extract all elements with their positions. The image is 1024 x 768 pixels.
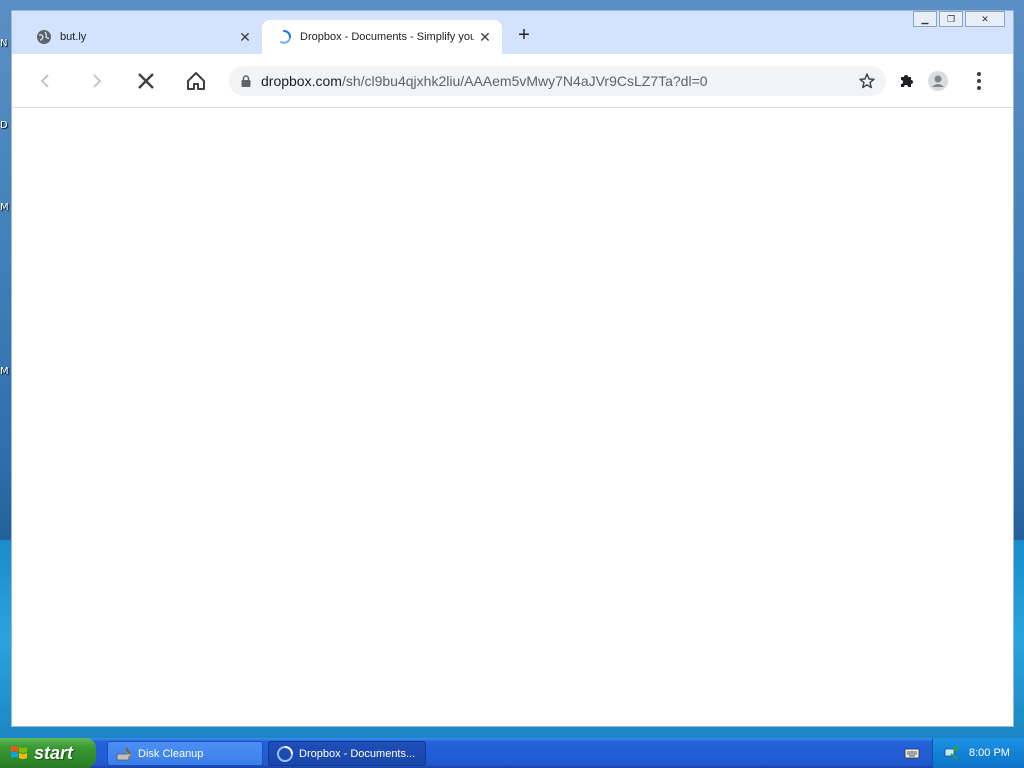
menu-button[interactable] xyxy=(965,67,993,95)
tab-dropbox[interactable]: Dropbox - Documents - Simplify your ✕ xyxy=(262,20,502,54)
profile-button[interactable] xyxy=(924,67,952,95)
browser-icon xyxy=(277,745,293,762)
home-icon xyxy=(187,72,205,90)
home-button[interactable] xyxy=(182,67,210,95)
browser-toolbar: dropbox.com/sh/cl9bu4qjxhk2liu/AAAem5vMw… xyxy=(12,54,1013,108)
url-text[interactable]: dropbox.com/sh/cl9bu4qjxhk2liu/AAAem5vMw… xyxy=(261,73,858,89)
taskbar-item-dropbox[interactable]: Dropbox - Documents... xyxy=(268,741,426,766)
new-tab-button[interactable]: + xyxy=(512,24,536,48)
close-tab-icon[interactable]: ✕ xyxy=(474,29,496,46)
url-domain: dropbox.com xyxy=(261,73,342,89)
url-path: /sh/cl9bu4qjxhk2liu/AAAem5vMwy7N4aJVr9Cs… xyxy=(341,73,708,89)
system-tray: 8:00 PM xyxy=(932,738,1024,768)
address-bar[interactable]: dropbox.com/sh/cl9bu4qjxhk2liu/AAAem5vMw… xyxy=(229,66,886,96)
stop-button[interactable] xyxy=(132,67,160,95)
start-button[interactable]: start xyxy=(0,738,96,768)
tab-butly[interactable]: but.ly ✕ xyxy=(22,20,262,54)
tab-strip: but.ly ✕ Dropbox - Documents - Simplify … xyxy=(12,11,1013,54)
loading-spinner-icon xyxy=(280,30,291,44)
network-status-icon[interactable] xyxy=(943,745,959,761)
lock-icon[interactable] xyxy=(239,74,253,88)
avatar-icon xyxy=(928,71,948,91)
windows-flag-icon xyxy=(11,746,27,759)
close-tab-icon[interactable]: ✕ xyxy=(234,29,256,46)
tab-title: but.ly xyxy=(60,31,87,43)
bookmark-star-icon[interactable] xyxy=(858,72,876,90)
back-arrow-icon xyxy=(40,74,49,88)
taskbar: start Disk Cleanup Dropbox - Documents..… xyxy=(0,738,1024,768)
back-button[interactable] xyxy=(32,67,60,95)
close-window-button[interactable]: ✕ xyxy=(965,11,1005,27)
start-label: start xyxy=(34,742,74,763)
taskbar-item-disk-cleanup[interactable]: Disk Cleanup xyxy=(107,741,263,766)
restore-button[interactable]: ❐ xyxy=(939,11,963,27)
taskbar-item-label: Disk Cleanup xyxy=(138,747,204,760)
disk-cleanup-icon xyxy=(116,746,131,760)
taskbar-item-label: Dropbox - Documents... xyxy=(299,747,416,760)
stop-icon xyxy=(138,73,154,89)
page-content xyxy=(12,108,1013,726)
clock[interactable]: 8:00 PM xyxy=(969,747,1010,759)
minimize-button[interactable]: ▁ xyxy=(913,11,937,27)
browser-window: but.ly ✕ Dropbox - Documents - Simplify … xyxy=(11,10,1014,727)
keyboard-icon[interactable] xyxy=(904,746,920,760)
globe-icon xyxy=(37,30,51,44)
puzzle-piece-icon xyxy=(901,75,913,87)
kebab-menu-icon xyxy=(977,72,981,90)
tab-title: Dropbox - Documents - Simplify your xyxy=(300,31,474,43)
forward-button[interactable] xyxy=(82,67,110,95)
window-controls: ▁ ❐ ✕ xyxy=(913,11,1005,27)
forward-arrow-icon xyxy=(93,74,102,88)
extensions-button[interactable] xyxy=(893,67,921,95)
